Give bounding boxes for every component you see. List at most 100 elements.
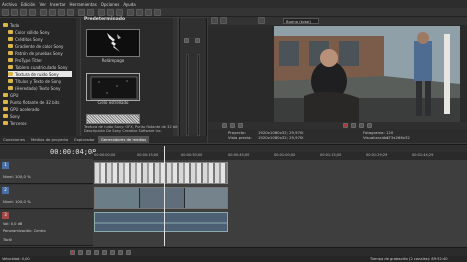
tree-item-gradiente[interactable]: Gradiente de color Sony xyxy=(8,43,63,49)
menu-item-opciones[interactable]: Opciones xyxy=(101,2,120,7)
menu-bar: Archivo Edición Ver Insertar Herramienta… xyxy=(0,0,467,8)
auto-ripple-icon[interactable] xyxy=(107,9,114,16)
noise-texture-clip[interactable] xyxy=(94,162,228,184)
folder-icon xyxy=(8,30,13,34)
speed-status: Velocidad: 0,00 xyxy=(2,257,30,261)
menu-item-edicion[interactable]: Edición xyxy=(21,2,35,7)
record-button[interactable] xyxy=(70,250,75,255)
ruler-label: 00:01:44;29 xyxy=(412,153,434,157)
tree-item-terceros[interactable]: Terceros xyxy=(3,120,27,126)
preview-loop-button[interactable] xyxy=(222,123,227,128)
preset-thumb-relampago[interactable] xyxy=(86,29,140,57)
loop-button[interactable] xyxy=(78,250,83,255)
redo-icon[interactable] xyxy=(87,9,94,16)
folder-icon xyxy=(3,114,8,118)
track-number: 3 xyxy=(2,212,9,219)
menu-item-herramientas[interactable]: Herramientas xyxy=(70,2,97,7)
lightning-icon xyxy=(107,33,121,52)
tab-explorador[interactable]: Explorador xyxy=(71,136,98,143)
menu-item-insertar[interactable]: Insertar xyxy=(50,2,66,7)
cut-icon[interactable] xyxy=(49,9,56,16)
menu-item-ayuda[interactable]: Ayuda xyxy=(123,2,135,7)
new-project-icon[interactable] xyxy=(2,9,9,16)
tree-scrollbar[interactable] xyxy=(76,18,80,136)
preset-scrollbar[interactable] xyxy=(173,18,177,136)
play-button[interactable] xyxy=(94,250,99,255)
save-icon[interactable] xyxy=(20,9,27,16)
mixer-button-1[interactable] xyxy=(184,38,189,43)
tree-item-todo[interactable]: Todo xyxy=(3,22,19,28)
preview-pause-button[interactable] xyxy=(359,123,364,128)
zoom-tool-icon[interactable] xyxy=(154,9,161,16)
folder-icon xyxy=(3,107,8,111)
tree-item-punto-flotante[interactable]: Punto flotante de 32 bits xyxy=(3,99,59,105)
preset-description: Textura de ruido Sony: OFX, Punto flotan… xyxy=(84,125,178,133)
properties-icon[interactable] xyxy=(29,9,36,16)
preview-play-button[interactable] xyxy=(230,123,235,128)
ruler-label: 00:00:15;00 xyxy=(137,153,159,157)
tree-item-protype[interactable]: ProType Titler xyxy=(8,57,42,63)
preview-play-2-button[interactable] xyxy=(351,123,356,128)
undo-icon[interactable] xyxy=(78,9,85,16)
tree-item-color-solido[interactable]: Color sólido Sony xyxy=(8,29,50,35)
audio-clip[interactable] xyxy=(94,212,228,232)
tree-item-patron[interactable]: Patrón de pruebas Sony xyxy=(8,50,63,56)
ruler-label: 00:00:00;00 xyxy=(94,153,116,157)
tab-conexiones[interactable]: Conexiones xyxy=(0,136,28,143)
video-clip[interactable] xyxy=(94,187,228,209)
selection-tool-icon[interactable] xyxy=(145,9,152,16)
preset-thumb-noise[interactable] xyxy=(86,114,140,124)
lock-envelopes-icon[interactable] xyxy=(116,9,123,16)
envelope-tool-icon[interactable] xyxy=(136,9,143,16)
folder-icon xyxy=(8,58,13,62)
track-header-audio-3[interactable]: 3 Vol: 0,0 dB Panoramización: Centro Tác… xyxy=(0,210,93,246)
menu-item-archivo[interactable]: Archivo xyxy=(2,2,17,7)
preview-record-button[interactable] xyxy=(343,123,348,128)
go-to-end-button[interactable] xyxy=(126,250,131,255)
playhead-cursor[interactable] xyxy=(164,146,165,246)
folder-icon xyxy=(3,100,8,104)
ruler-label: 00:00:45;00 xyxy=(228,153,250,157)
tree-item-heredado[interactable]: (Heredado) Texto Sony xyxy=(8,85,61,91)
copy-icon[interactable] xyxy=(58,9,65,16)
tree-item-gpu-acelerado[interactable]: GPU acelerado xyxy=(3,106,39,112)
tree-item-textura-ruido[interactable]: Textura de ruido Sony xyxy=(8,71,72,77)
status-bar: Velocidad: 0,00 Tiempo de grabación (2 c… xyxy=(0,256,467,262)
preset-thumb-cielo[interactable] xyxy=(86,73,140,101)
paste-icon[interactable] xyxy=(67,9,74,16)
tab-medios-proyecto[interactable]: Medios de proyecto xyxy=(28,136,71,143)
preview-toolbar: Buena (total) xyxy=(208,17,467,25)
preview-settings-icon[interactable] xyxy=(211,17,218,24)
stop-button[interactable] xyxy=(110,250,115,255)
tree-item-sony[interactable]: Sony xyxy=(3,113,20,119)
play-from-start-button[interactable] xyxy=(86,250,91,255)
audio-waveform xyxy=(95,222,227,224)
ruler-label: 00:01:15;00 xyxy=(320,153,342,157)
go-to-start-button[interactable] xyxy=(118,250,123,255)
preview-quality-select[interactable]: Buena (total) xyxy=(283,18,319,24)
track-header-video-1[interactable]: 1 Nivel: 100,0 % xyxy=(0,160,93,184)
window-docking-tabs: Conexiones Medios de proyecto Explorador… xyxy=(0,136,207,143)
snap-icon[interactable] xyxy=(98,9,105,16)
tree-item-creditos[interactable]: Créditos Sony xyxy=(8,36,43,42)
tree-item-titulos[interactable]: Títulos y Texto de Sony xyxy=(8,78,61,84)
render-icon[interactable] xyxy=(40,9,47,16)
track-header-video-2[interactable]: 2 Nivel: 100,0 % xyxy=(0,185,93,209)
track-level: Nivel: 100,0 % xyxy=(3,199,31,204)
preview-stop-button[interactable] xyxy=(238,123,243,128)
menu-item-ver[interactable]: Ver xyxy=(39,2,46,7)
open-icon[interactable] xyxy=(11,9,18,16)
tree-item-tablero[interactable]: Tablero cuadriculado Sony xyxy=(8,64,68,70)
track-volume: Vol: 0,0 dB xyxy=(3,222,23,226)
preview-fx-icon[interactable] xyxy=(220,17,227,24)
track-level: Nivel: 100,0 % xyxy=(3,174,31,179)
tree-item-gpu[interactable]: GPU xyxy=(3,92,18,98)
preview-stop-2-button[interactable] xyxy=(367,123,372,128)
split-screen-icon[interactable] xyxy=(258,17,265,24)
pause-button[interactable] xyxy=(102,250,107,255)
edit-tool-icon[interactable] xyxy=(127,9,134,16)
tab-generadores[interactable]: Generadores de medios xyxy=(97,136,150,143)
display-label: Visualización: xyxy=(363,135,389,140)
mixer-button-2[interactable] xyxy=(195,38,200,43)
timecode-display: 00:00:04;08 xyxy=(50,148,97,156)
